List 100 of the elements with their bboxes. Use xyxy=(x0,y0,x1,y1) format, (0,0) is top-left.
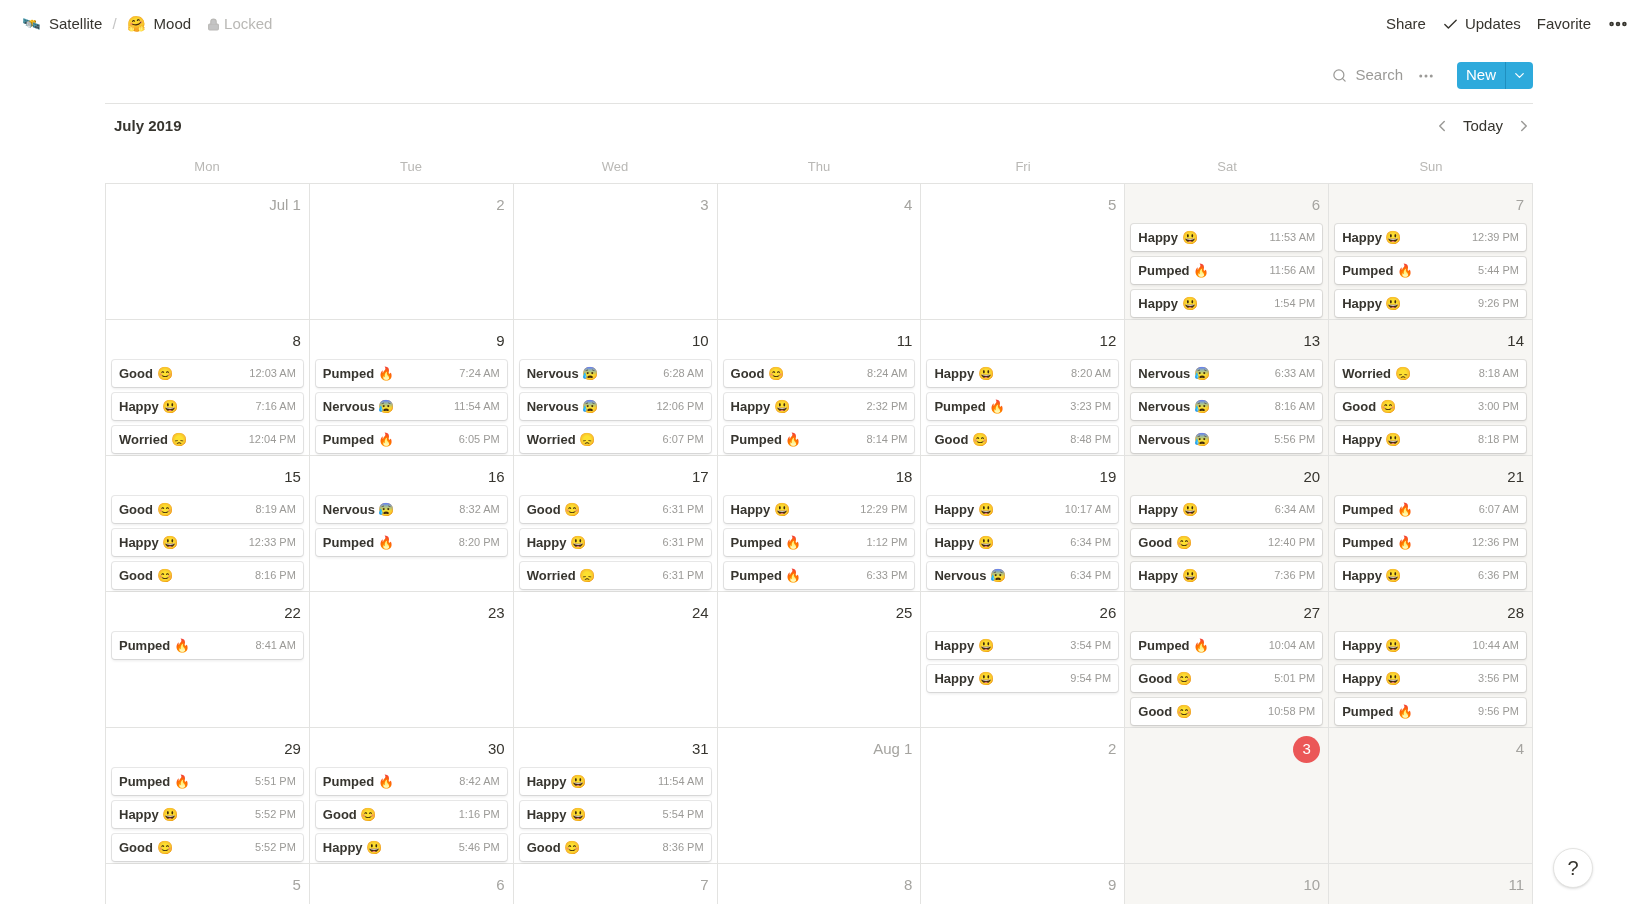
event-card[interactable]: Pumped 🔥 6:07 AM xyxy=(1335,496,1526,523)
event-card[interactable]: Pumped 🔥 8:14 PM xyxy=(723,426,915,453)
breadcrumb-link[interactable]: 🛰 Satellite xyxy=(22,12,103,36)
event-card[interactable]: Good 😊 8:24 AM xyxy=(723,360,915,387)
event-card[interactable]: Pumped 🔥 8:20 PM xyxy=(315,529,507,556)
weekday-label: Thu xyxy=(807,158,831,174)
event-card[interactable]: Happy 😃 12:39 PM xyxy=(1335,224,1526,251)
event-card[interactable]: Happy 😃 1:54 PM xyxy=(1131,290,1323,317)
event-time: 8:48 PM xyxy=(1070,432,1112,448)
event-card[interactable]: Good 😊 5:52 PM xyxy=(112,834,303,861)
event-card[interactable]: Happy 😃 7:36 PM xyxy=(1131,562,1323,589)
event-card[interactable]: Happy 😃 11:54 AM xyxy=(519,768,711,795)
event-card[interactable]: Happy 😃 7:16 AM xyxy=(112,393,303,420)
day-number: 9 xyxy=(496,331,505,351)
event-card[interactable]: Nervous 😰 6:28 AM xyxy=(519,360,711,387)
event-card[interactable]: Good 😊 8:19 AM xyxy=(112,496,303,523)
event-card[interactable]: Nervous 😰 6:33 AM xyxy=(1131,360,1323,387)
event-card[interactable]: Pumped 🔥 8:41 AM xyxy=(112,632,303,659)
event-card[interactable]: Good 😊 3:00 PM xyxy=(1335,393,1526,420)
event-card[interactable]: Happy 😃 11:53 AM xyxy=(1131,224,1323,251)
event-card[interactable]: Happy 😃 8:20 AM xyxy=(927,360,1119,387)
event-card[interactable]: Nervous 😰 8:16 AM xyxy=(1131,393,1323,420)
event-card[interactable]: Good 😊 8:16 PM xyxy=(112,562,303,589)
breadcrumb-link[interactable]: 🤗 Mood xyxy=(126,12,192,36)
event-time: 8:41 AM xyxy=(255,638,296,654)
event-time: 9:54 PM xyxy=(1070,671,1112,687)
event-card[interactable]: Pumped 🔥 11:56 AM xyxy=(1131,257,1323,284)
favorite-button[interactable]: Favorite xyxy=(1536,12,1591,36)
event-card[interactable]: Pumped 🔥 3:23 PM xyxy=(927,393,1119,420)
event-card[interactable]: Happy 😃 5:54 PM xyxy=(519,801,711,828)
event-card[interactable]: Pumped 🔥 7:24 AM xyxy=(315,360,507,387)
event-card[interactable]: Good 😊 12:40 PM xyxy=(1131,529,1323,556)
event-card[interactable]: Worried 😞 6:31 PM xyxy=(519,562,711,589)
event-title: Pumped 🔥 xyxy=(1342,261,1414,280)
event-card[interactable]: Happy 😃 6:34 AM xyxy=(1131,496,1323,523)
event-card[interactable]: Happy 😃 6:34 PM xyxy=(927,529,1119,556)
event-card[interactable]: Nervous 😰 8:32 AM xyxy=(315,496,507,523)
share-button[interactable]: Share xyxy=(1385,12,1426,36)
event-card[interactable]: Happy 😃 10:17 AM xyxy=(927,496,1119,523)
event-card[interactable]: Worried 😞 12:04 PM xyxy=(112,426,303,453)
event-time: 6:33 PM xyxy=(866,568,908,584)
event-card[interactable]: Nervous 😰 5:56 PM xyxy=(1131,426,1323,453)
event-card[interactable]: Pumped 🔥 10:04 AM xyxy=(1131,632,1323,659)
event-title: Happy 😃 xyxy=(1342,228,1402,247)
event-card[interactable]: Happy 😃 12:33 PM xyxy=(112,529,303,556)
event-card[interactable]: Pumped 🔥 1:12 PM xyxy=(723,529,915,556)
event-card[interactable]: Pumped 🔥 9:56 PM xyxy=(1335,698,1526,725)
event-card[interactable]: Happy 😃 3:54 PM xyxy=(927,632,1119,659)
event-title: Happy 😃 xyxy=(1342,430,1402,449)
event-time: 10:17 AM xyxy=(1064,502,1112,518)
event-time: 10:58 PM xyxy=(1268,704,1316,720)
event-card[interactable]: Happy 😃 12:29 PM xyxy=(723,496,915,523)
event-title: Good 😊 xyxy=(526,838,581,857)
event-card[interactable]: Happy 😃 5:52 PM xyxy=(112,801,303,828)
event-card[interactable]: Pumped 🔥 12:36 PM xyxy=(1335,529,1526,556)
event-time: 6:07 PM xyxy=(662,432,704,448)
event-card[interactable]: Worried 😞 8:18 AM xyxy=(1335,360,1526,387)
event-title: Happy 😃 xyxy=(1138,294,1198,313)
event-time: 3:00 PM xyxy=(1478,399,1519,415)
event-card[interactable]: Nervous 😰 6:34 PM xyxy=(927,562,1119,589)
event-card[interactable]: Nervous 😰 11:54 AM xyxy=(315,393,507,420)
event-card[interactable]: Happy 😃 2:32 PM xyxy=(723,393,915,420)
event-card[interactable]: Happy 😃 3:56 PM xyxy=(1335,665,1526,692)
event-title: Happy 😃 xyxy=(1138,500,1198,519)
event-card[interactable]: Good 😊 10:58 PM xyxy=(1131,698,1323,725)
event-card[interactable]: Happy 😃 5:46 PM xyxy=(315,834,507,861)
event-card[interactable]: Happy 😃 6:31 PM xyxy=(519,529,711,556)
event-card[interactable]: Good 😊 8:36 PM xyxy=(519,834,711,861)
event-time: 6:28 AM xyxy=(663,366,704,382)
event-card[interactable]: Happy 😃 10:44 AM xyxy=(1335,632,1526,659)
event-card[interactable]: Good 😊 12:03 AM xyxy=(112,360,303,387)
event-title: Pumped 🔥 xyxy=(1138,636,1210,655)
event-card[interactable]: Good 😊 5:01 PM xyxy=(1131,665,1323,692)
day-number: 2 xyxy=(1107,739,1117,759)
event-card[interactable]: Pumped 🔥 5:51 PM xyxy=(112,768,303,795)
event-card[interactable]: Good 😊 1:16 PM xyxy=(315,801,507,828)
event-card[interactable]: Happy 😃 9:26 PM xyxy=(1335,290,1526,317)
event-card[interactable]: Worried 😞 6:07 PM xyxy=(519,426,711,453)
event-title: Pumped 🔥 xyxy=(934,397,1006,416)
event-card[interactable]: Happy 😃 9:54 PM xyxy=(927,665,1119,692)
event-time: 6:05 PM xyxy=(458,432,500,448)
event-card[interactable]: Happy 😃 6:36 PM xyxy=(1335,562,1526,589)
event-card[interactable]: Pumped 🔥 6:05 PM xyxy=(315,426,507,453)
event-card[interactable]: Pumped 🔥 5:44 PM xyxy=(1335,257,1526,284)
event-card[interactable]: Good 😊 6:31 PM xyxy=(519,496,711,523)
today-button[interactable]: Today xyxy=(1462,114,1503,138)
event-card[interactable]: Nervous 😰 12:06 PM xyxy=(519,393,711,420)
event-time: 5:52 PM xyxy=(254,840,296,856)
event-time: 3:56 PM xyxy=(1478,671,1519,687)
event-time: 11:54 AM xyxy=(454,399,500,415)
updates-button[interactable]: Updates xyxy=(1441,12,1521,36)
day-number: 20 xyxy=(1303,467,1321,487)
event-card[interactable]: Pumped 🔥 8:42 AM xyxy=(315,768,507,795)
help-button[interactable]: ? xyxy=(1553,848,1593,888)
event-card[interactable]: Good 😊 8:48 PM xyxy=(927,426,1119,453)
event-card[interactable]: Happy 😃 8:18 PM xyxy=(1335,426,1526,453)
day-number: 26 xyxy=(1099,603,1117,623)
event-time: 11:53 AM xyxy=(1269,230,1316,246)
event-time: 8:42 AM xyxy=(459,774,500,790)
event-card[interactable]: Pumped 🔥 6:33 PM xyxy=(723,562,915,589)
